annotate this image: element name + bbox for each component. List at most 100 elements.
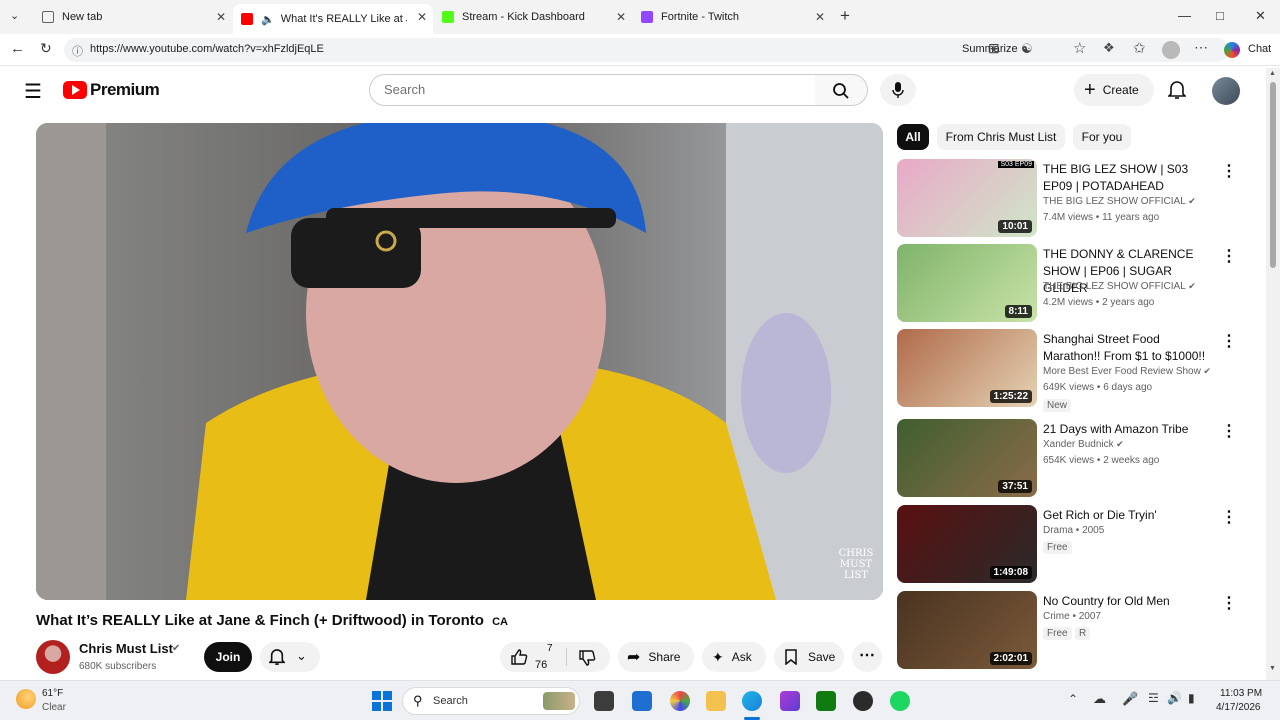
page-scrollbar[interactable]: ▲ ▼ xyxy=(1266,68,1280,680)
tab-youtube-video[interactable]: 🔈 What It's REALLY Like at Jane ✕ xyxy=(233,4,433,34)
clock-date[interactable]: 4/17/2026 xyxy=(1216,702,1261,713)
favorite-star-icon[interactable]: ☆ xyxy=(1073,39,1086,57)
spotify-icon[interactable] xyxy=(890,691,910,711)
favorites-icon[interactable]: ✩ xyxy=(1133,39,1146,57)
microphone-icon[interactable]: 🎤 xyxy=(1122,691,1138,707)
extensions-icon[interactable]: ❖ xyxy=(1103,40,1115,56)
search-button[interactable] xyxy=(815,74,868,106)
recommendation-thumbnail[interactable]: 2:02:01 xyxy=(897,591,1037,669)
file-explorer-icon[interactable] xyxy=(706,691,726,711)
speaker-icon[interactable]: 🔈 xyxy=(261,13,275,26)
volume-icon[interactable]: 🔊 xyxy=(1167,691,1182,705)
video-player[interactable]: CHRIS MUST LIST xyxy=(36,123,883,600)
recommendation-channel[interactable]: THE BIG LEZ SHOW OFFICIAL ✔ xyxy=(1043,196,1196,207)
tab-twitch[interactable]: Fortnite - Twitch ✕ xyxy=(633,4,831,30)
recommendation-thumbnail[interactable]: 8:11 xyxy=(897,244,1037,322)
search-input[interactable]: Search xyxy=(369,74,816,106)
recommendation-channel[interactable]: THE BIG LEZ SHOW OFFICIAL ✔ xyxy=(1043,281,1196,292)
chat-label[interactable]: Chat xyxy=(1248,43,1271,55)
chevron-up-icon[interactable]: ⌃ xyxy=(1068,692,1078,706)
recommendation-title[interactable]: No Country for Old Men xyxy=(1043,593,1218,610)
recording-app-icon[interactable] xyxy=(853,691,873,711)
recommendation-thumbnail[interactable]: 37:51 xyxy=(897,419,1037,497)
copilot-app-icon[interactable] xyxy=(670,691,690,711)
profile-avatar-icon[interactable] xyxy=(1162,41,1180,59)
refresh-icon[interactable]: ↻ xyxy=(40,40,52,57)
subscription-bell-button[interactable]: ⌄ xyxy=(260,642,320,672)
close-icon[interactable]: ✕ xyxy=(616,10,626,24)
apps-icon[interactable]: ⊞ xyxy=(988,40,1000,57)
menu-hamburger-icon[interactable]: ☰ xyxy=(24,79,42,104)
channel-name[interactable]: Chris Must List xyxy=(79,641,173,656)
scroll-up-arrow-icon[interactable]: ▲ xyxy=(1269,70,1276,77)
taskbar-search[interactable]: ⚲ Search xyxy=(402,687,580,715)
recommendation-thumbnail[interactable]: 1:25:22 xyxy=(897,329,1037,407)
notifications-bell-icon[interactable] xyxy=(1168,80,1186,100)
thumbs-up-icon[interactable] xyxy=(510,648,528,666)
recommendation-title[interactable]: Get Rich or Die Tryin' xyxy=(1043,507,1218,524)
xbox-icon[interactable] xyxy=(816,691,836,711)
recommendation-title[interactable]: Shanghai Street Food Marathon!! From $1 … xyxy=(1043,331,1218,365)
weather-temp[interactable]: 61°F xyxy=(42,688,63,699)
edge-browser-icon[interactable] xyxy=(742,691,762,711)
recommendation-channel[interactable]: More Best Ever Food Review Show ✔ xyxy=(1043,366,1211,377)
scroll-down-arrow-icon[interactable]: ▼ xyxy=(1269,665,1276,672)
store-app-icon[interactable] xyxy=(632,691,652,711)
maximize-icon[interactable]: □ xyxy=(1216,8,1224,23)
recommendation-channel[interactable]: Crime • 2007 xyxy=(1043,611,1101,622)
more-options-icon[interactable]: ⋮ xyxy=(1221,421,1237,441)
filter-chip-all[interactable]: All xyxy=(897,124,929,150)
recommendation-thumbnail[interactable]: 1:49:08 xyxy=(897,505,1037,583)
ask-button[interactable]: ✦ Ask xyxy=(702,642,766,672)
tab-label: Stream - Kick Dashboard xyxy=(462,11,585,23)
more-options-icon[interactable]: ⋮ xyxy=(1221,161,1237,181)
more-options-icon[interactable]: ⋮ xyxy=(1221,331,1237,351)
recommendation-thumbnail[interactable]: S03 EP09 10:01 xyxy=(897,159,1037,237)
cloud-icon[interactable]: ☁ xyxy=(1093,691,1106,707)
filter-chip-for-you[interactable]: For you xyxy=(1073,124,1131,150)
more-options-icon[interactable]: ⋮ xyxy=(1221,507,1237,527)
tab-kick-dashboard[interactable]: Stream - Kick Dashboard ✕ xyxy=(434,4,632,30)
voice-search-button[interactable] xyxy=(880,74,916,106)
minimize-icon[interactable]: — xyxy=(1178,8,1191,23)
filter-chip-channel[interactable]: From Chris Must List xyxy=(937,124,1065,150)
new-tab-button[interactable]: + xyxy=(840,6,850,26)
close-window-icon[interactable]: ✕ xyxy=(1255,8,1266,24)
summarize-icon[interactable]: ☯ xyxy=(1021,41,1033,57)
join-button[interactable]: Join xyxy=(204,642,252,672)
thumbs-down-icon[interactable] xyxy=(578,649,596,667)
more-options-icon[interactable]: ⋯ xyxy=(1194,39,1208,56)
youtube-logo[interactable]: Premium xyxy=(63,80,160,100)
photo-app-icon[interactable] xyxy=(780,691,800,711)
share-button[interactable]: ➦ Share xyxy=(618,642,694,672)
weather-moon-icon[interactable] xyxy=(16,689,36,709)
tab-list-icon[interactable]: ⌄ xyxy=(10,9,19,22)
scrollbar-thumb[interactable] xyxy=(1270,82,1276,268)
wifi-icon[interactable]: ☲ xyxy=(1148,691,1159,705)
save-button[interactable]: Save xyxy=(774,642,844,672)
more-options-icon[interactable]: ⋮ xyxy=(1221,246,1237,266)
clock-time[interactable]: 11:03 PM xyxy=(1220,688,1262,699)
account-avatar[interactable] xyxy=(1212,77,1240,105)
tab-new-tab[interactable]: New tab ✕ xyxy=(34,4,232,30)
create-button[interactable]: + Create xyxy=(1074,74,1154,106)
close-icon[interactable]: ✕ xyxy=(216,10,226,24)
task-view-icon[interactable] xyxy=(594,691,614,711)
more-options-icon[interactable]: ⋮ xyxy=(1221,593,1237,613)
weather-desc[interactable]: Clear xyxy=(42,702,66,713)
battery-icon[interactable]: ▮ xyxy=(1188,691,1195,705)
site-info-icon[interactable]: ⓘ xyxy=(72,43,83,59)
recommendation-channel[interactable]: Drama • 2005 xyxy=(1043,525,1104,536)
channel-avatar[interactable] xyxy=(36,640,70,674)
tab-label: Fortnite - Twitch xyxy=(661,11,740,23)
more-actions-button[interactable]: ⋯ xyxy=(852,642,882,672)
close-icon[interactable]: ✕ xyxy=(815,10,825,24)
back-icon[interactable]: ← xyxy=(10,40,25,57)
recommendation-title[interactable]: 21 Days with Amazon Tribe xyxy=(1043,421,1218,438)
url-field[interactable]: ⓘ https://www.youtube.com/watch?v=xhFzld… xyxy=(64,38,1229,62)
recommendation-channel[interactable]: Xander Budnick ✔ xyxy=(1043,439,1124,450)
windows-start-icon[interactable] xyxy=(372,691,392,711)
copilot-icon[interactable] xyxy=(1224,42,1240,58)
recommendation-title[interactable]: THE BIG LEZ SHOW | S03 EP09 | POTADAHEAD xyxy=(1043,161,1218,195)
close-icon[interactable]: ✕ xyxy=(417,10,427,24)
